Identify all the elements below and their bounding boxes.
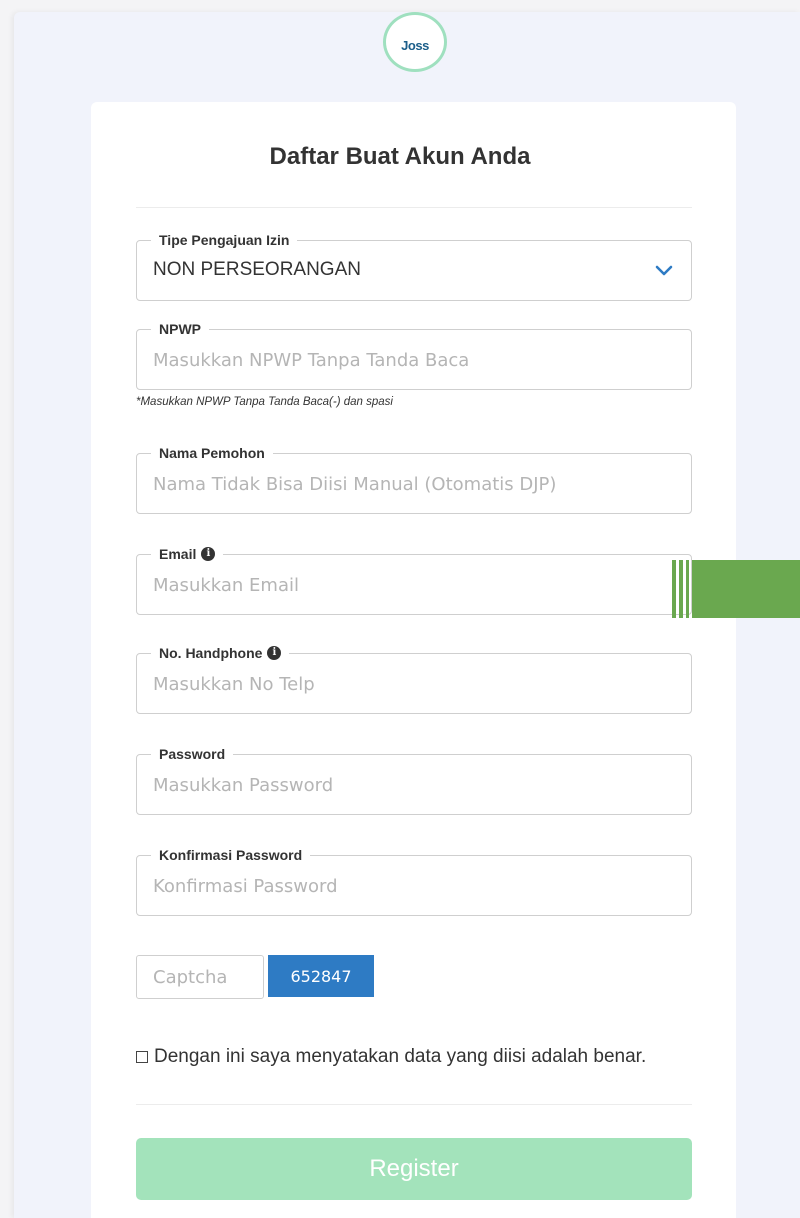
npwp-input[interactable] [153, 342, 653, 378]
nama-pemohon-field: Nama Pemohon [136, 444, 692, 514]
email-input[interactable] [153, 567, 653, 603]
phone-input[interactable] [153, 666, 653, 702]
logo-text: Joss [401, 37, 429, 53]
nama-pemohon-input[interactable] [153, 466, 653, 502]
captcha-input[interactable] [136, 955, 264, 999]
green-side-tab[interactable] [672, 560, 800, 618]
phone-field: No. Handphone i [136, 644, 692, 714]
npwp-label: NPWP [151, 320, 209, 338]
nama-pemohon-label: Nama Pemohon [151, 444, 273, 462]
npwp-hint: *Masukkan NPWP Tanpa Tanda Baca(-) dan s… [136, 396, 393, 408]
email-field: Email i [136, 545, 692, 615]
register-button[interactable]: Register [136, 1138, 692, 1200]
confirm-password-field: Konfirmasi Password [136, 846, 692, 916]
password-field: Password [136, 745, 692, 815]
footer-divider [136, 1104, 692, 1105]
password-input[interactable] [153, 767, 653, 803]
agree-checkbox[interactable] [136, 1051, 148, 1063]
npwp-field: NPWP [136, 320, 692, 390]
tipe-pengajuan-select[interactable]: Tipe Pengajuan Izin NON PERSEORANGAN [136, 231, 692, 301]
agree-label: Dengan ini saya menyatakan data yang dii… [154, 1046, 647, 1067]
tipe-pengajuan-label: Tipe Pengajuan Izin [151, 231, 298, 249]
oss-logo: Joss [383, 12, 447, 72]
captcha-code: 652847 [268, 955, 374, 997]
confirm-password-label: Konfirmasi Password [151, 846, 311, 864]
chevron-down-icon[interactable] [655, 265, 673, 277]
confirm-password-input[interactable] [153, 868, 653, 904]
info-icon[interactable]: i [201, 547, 216, 561]
info-icon[interactable]: i [267, 646, 282, 660]
email-label: Email i [151, 545, 224, 563]
agree-checkbox-row[interactable]: Dengan ini saya menyatakan data yang dii… [136, 1046, 646, 1068]
title-divider [136, 207, 692, 208]
phone-label: No. Handphone i [151, 644, 290, 662]
page-title: Daftar Buat Akun Anda [269, 143, 531, 170]
password-label: Password [151, 745, 234, 763]
tipe-pengajuan-value: NON PERSEORANGAN [153, 259, 361, 280]
